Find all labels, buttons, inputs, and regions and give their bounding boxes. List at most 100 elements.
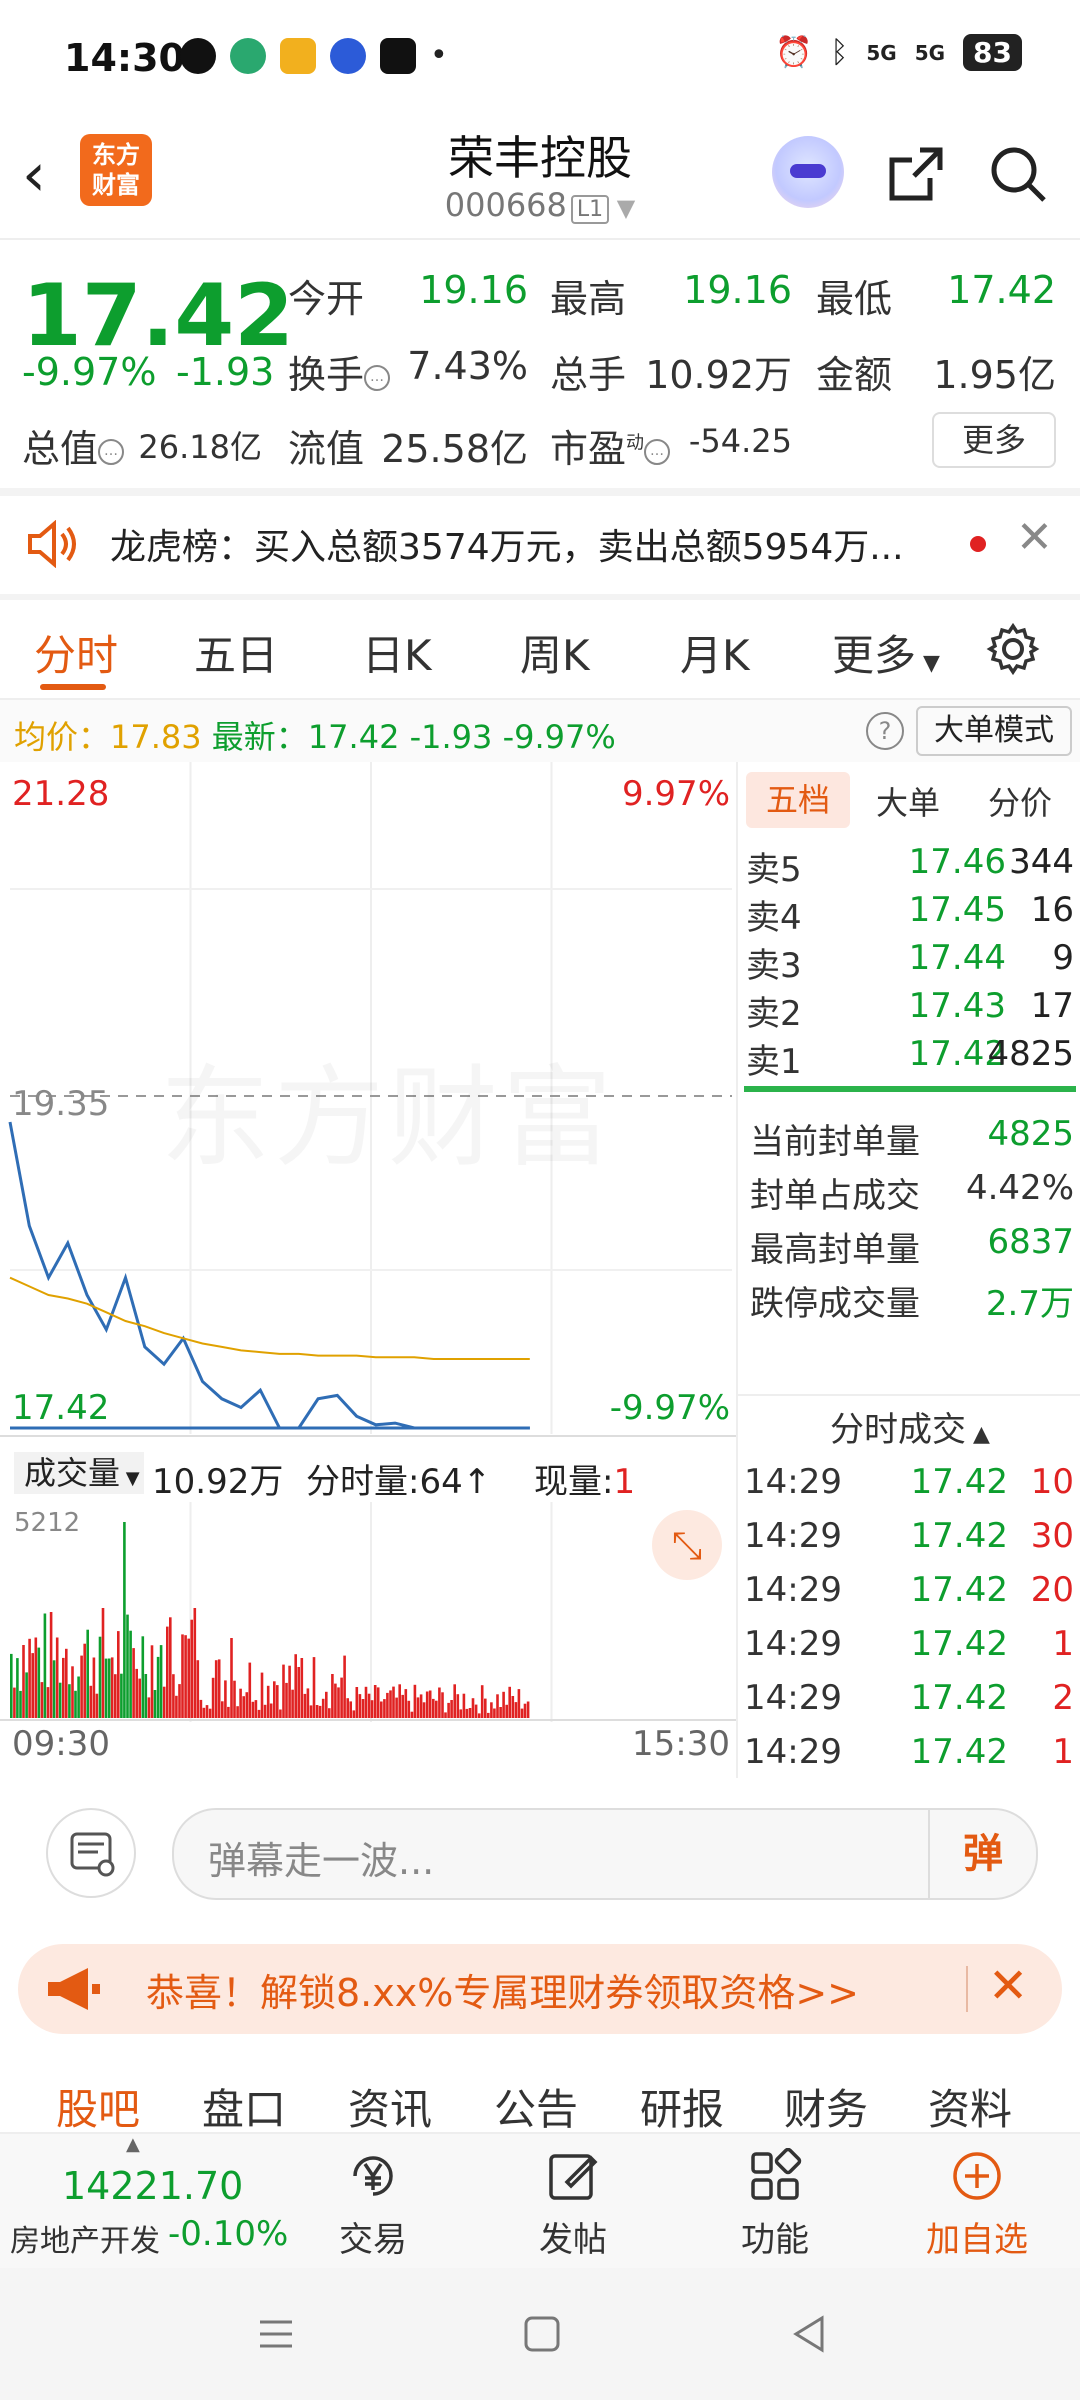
expand-icon[interactable]: ⤡: [652, 1510, 722, 1580]
close-icon[interactable]: ✕: [988, 1958, 1028, 2014]
dragon-tiger-banner[interactable]: 龙虎榜：买入总额3574万元，卖出总额5954万... ✕: [0, 494, 1080, 592]
tick-price: 17.42: [910, 1462, 1008, 1502]
promo-text: 恭喜！解锁8.xx%专属理财券领取资格>>: [146, 1971, 860, 2015]
market-cap[interactable]: 总值… 26.18亿: [22, 418, 262, 473]
help-icon[interactable]: ?: [866, 712, 904, 750]
tab-weekly-k[interactable]: 周K: [520, 622, 590, 683]
ask-level: 卖2: [746, 994, 802, 1034]
volume-bar: [480, 1685, 484, 1718]
nav-trade[interactable]: 交易: [298, 2148, 448, 2261]
volume-bar: [367, 1693, 371, 1718]
comment-settings-icon[interactable]: [46, 1808, 136, 1898]
tick-trades-title[interactable]: 分时成交 ▲: [738, 1402, 1080, 1451]
share-icon[interactable]: [884, 142, 948, 206]
volume-value: 10.92万: [645, 353, 792, 397]
seal-stat: 最高封单量 6837: [750, 1222, 1074, 1271]
assistant-robot-icon[interactable]: [772, 136, 844, 208]
tab-profile[interactable]: 资料: [928, 2076, 1012, 2137]
open-label: 今开: [288, 277, 365, 321]
volume-bar: [520, 1708, 524, 1718]
arrow-up-icon: ▲: [126, 2134, 140, 2155]
tab-five-day[interactable]: 五日: [194, 622, 278, 683]
tab-monthly-k[interactable]: 月K: [680, 622, 750, 683]
tab-daily-k[interactable]: 日K: [362, 622, 432, 683]
ask-qty: 17: [1030, 986, 1074, 1026]
volume-bar: [40, 1682, 44, 1718]
tab-financials[interactable]: 财务: [784, 2076, 868, 2137]
tab-research[interactable]: 研报: [640, 2076, 724, 2137]
nav-functions[interactable]: 功能: [700, 2148, 850, 2261]
ask-row[interactable]: 卖2 17.43 17: [738, 986, 1080, 1034]
volume-bar: [22, 1645, 25, 1718]
edit-icon: [549, 2154, 598, 2200]
search-icon[interactable]: [986, 142, 1050, 206]
close-icon[interactable]: ✕: [1016, 512, 1053, 563]
volume-bar: [123, 1522, 126, 1718]
volume-bar: [263, 1704, 267, 1718]
ask-row[interactable]: 卖1 17.42 4825: [738, 1034, 1080, 1082]
big-order-mode-button[interactable]: 大单模式: [916, 706, 1072, 756]
home-icon[interactable]: [522, 2314, 562, 2354]
volume-bar: [413, 1684, 417, 1718]
volume-bar: [138, 1678, 141, 1718]
tab-price-dist[interactable]: 分价: [988, 778, 1052, 824]
tab-announcements[interactable]: 公告: [494, 2076, 578, 2137]
danmaku-send-button[interactable]: 弹: [928, 1810, 1036, 1898]
tab-handicap[interactable]: 盘口: [202, 2076, 286, 2137]
speaker-icon: [28, 520, 76, 568]
tab-intraday[interactable]: 分时: [34, 622, 118, 683]
tab-forum[interactable]: 股吧: [56, 2076, 140, 2137]
volume-bar: [129, 1630, 132, 1718]
volume-bar: [199, 1699, 203, 1718]
volume-bar: [315, 1705, 319, 1718]
tab-more[interactable]: 更多 ▼: [832, 622, 940, 683]
ask-row[interactable]: 卖4 17.45 16: [738, 890, 1080, 938]
volume-bar: [291, 1689, 294, 1718]
pe-dynamic-mark: 动: [626, 432, 645, 454]
volume-bar: [435, 1700, 438, 1718]
total-volume: 总手 10.92万: [550, 344, 792, 399]
volume-bar: [242, 1696, 245, 1718]
promo-banner[interactable]: 恭喜！解锁8.xx%专属理财券领取资格>> ✕: [18, 1944, 1062, 2034]
volume-bar: [493, 1708, 496, 1718]
turnover-rate[interactable]: 换手… 7.43%: [288, 344, 528, 399]
ask-qty: 9: [1052, 938, 1074, 978]
ask-level: 卖3: [746, 946, 802, 986]
pe-ratio[interactable]: 市盈动… -54.25: [550, 418, 792, 473]
signal-icon-1: 5G: [866, 40, 897, 65]
tab-five-levels[interactable]: 五档: [746, 772, 850, 828]
nav-add-watchlist[interactable]: 加自选: [902, 2148, 1052, 2261]
tick-qty: 1: [1052, 1732, 1074, 1772]
back-nav-icon[interactable]: [790, 2314, 830, 2354]
nav-post[interactable]: 发帖: [498, 2148, 648, 2261]
danmaku-input[interactable]: 弹幕走一波... 弹: [172, 1808, 1038, 1900]
volume-bar: [248, 1662, 252, 1718]
divider: [738, 1394, 1080, 1396]
volume-bar: [334, 1683, 337, 1718]
stat-label: 当前封单量: [750, 1122, 920, 1162]
volume-selector[interactable]: 成交量 ▼: [14, 1452, 144, 1494]
volume-bar: [468, 1708, 472, 1718]
tab-news[interactable]: 资讯: [348, 2076, 432, 2137]
more-button[interactable]: 更多: [932, 412, 1056, 468]
volume-bar: [25, 1672, 28, 1718]
tab-big-orders[interactable]: 大单: [876, 778, 940, 824]
amount-label: 金额: [816, 353, 893, 397]
ask-row[interactable]: 卖5 17.46 344: [738, 842, 1080, 890]
volume-bar: [257, 1709, 261, 1718]
volume-bar: [46, 1687, 50, 1718]
sector-index[interactable]: ▲ 14221.70 房地产开发 -0.10%: [0, 2134, 290, 2270]
volume-bar: [340, 1677, 343, 1718]
float-cap: 流值 25.58亿: [288, 418, 528, 473]
intraday-chart[interactable]: 东方财富 21.28 9.97% 19.35 17.42 -9.97% 成交量 …: [0, 762, 736, 1778]
danmaku-placeholder: 弹幕走一波...: [208, 1839, 435, 1883]
volume-bar: [487, 1712, 490, 1718]
menu-icon[interactable]: [256, 2314, 296, 2354]
collapse-arrow-icon: ▲: [966, 1422, 990, 1447]
signal-icon-2: 5G: [914, 40, 946, 65]
volume-bar: [83, 1643, 86, 1718]
volume-bar: [505, 1704, 508, 1718]
settings-gear-icon[interactable]: [986, 622, 1040, 676]
ask-row[interactable]: 卖3 17.44 9: [738, 938, 1080, 986]
volume-bar: [156, 1656, 160, 1718]
